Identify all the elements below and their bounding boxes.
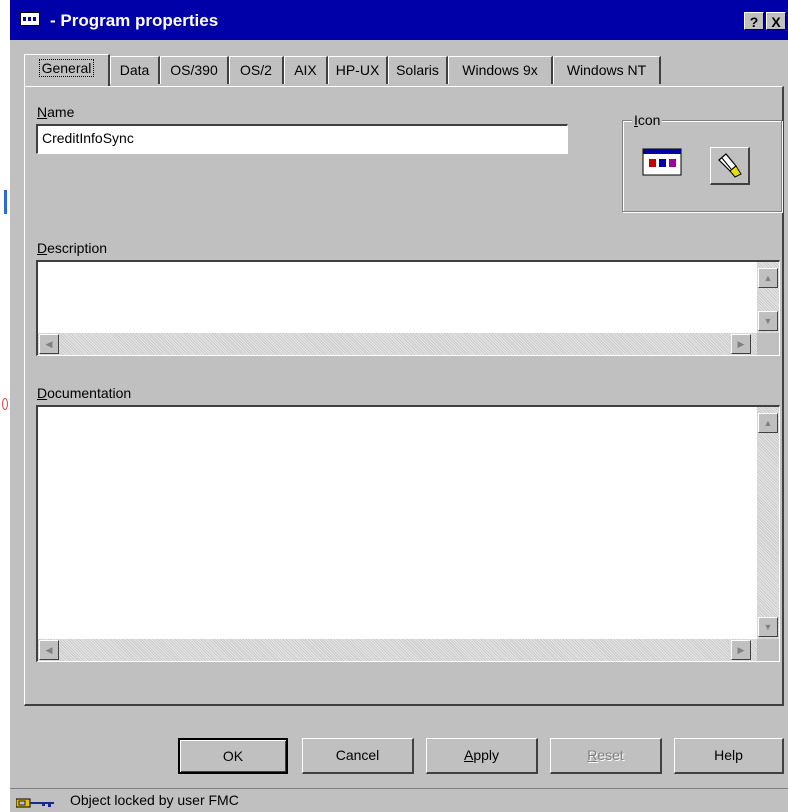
description-vertical-scrollbar[interactable]: ▲ ▼ — [757, 262, 779, 333]
tab-os2[interactable]: OS/2 — [229, 56, 284, 84]
window-icon[interactable] — [20, 12, 40, 26]
icon-group-label: Icon — [632, 112, 663, 128]
scroll-up-arrow-icon[interactable]: ▲ — [758, 413, 778, 433]
key-icon — [15, 795, 66, 808]
help-button-footer[interactable]: Help — [674, 738, 784, 774]
tab-windows-nt[interactable]: Windows NT — [553, 56, 661, 84]
scroll-right-arrow-icon[interactable]: ▶ — [731, 640, 751, 660]
title-bar[interactable]: - Program properties ? X — [10, 0, 788, 40]
flashlight-icon[interactable] — [710, 147, 750, 185]
name-label: Name — [37, 104, 75, 120]
description-label: Description — [37, 240, 108, 256]
name-input[interactable]: CreditInfoSync — [36, 124, 568, 154]
program-icon-preview — [642, 148, 682, 176]
scroll-down-arrow-icon[interactable]: ▼ — [758, 617, 778, 637]
ok-button[interactable]: OK — [178, 738, 288, 774]
apply-button[interactable]: Apply — [426, 738, 538, 774]
documentation-textarea[interactable]: ▲ ▼ ◀ ▶ — [36, 405, 780, 662]
tab-os390[interactable]: OS/390 — [160, 56, 229, 84]
scroll-up-arrow-icon[interactable]: ▲ — [758, 268, 778, 288]
scroll-left-arrow-icon[interactable]: ◀ — [39, 640, 59, 660]
ruler-marker-red — [2, 398, 8, 410]
tab-windows-9x[interactable]: Windows 9x — [448, 56, 553, 84]
scroll-left-arrow-icon[interactable]: ◀ — [39, 334, 59, 354]
scrollbar-corner — [757, 333, 779, 355]
window-title: - Program properties — [50, 11, 219, 30]
scroll-right-arrow-icon[interactable]: ▶ — [731, 334, 751, 354]
scrollbar-corner — [757, 639, 779, 661]
program-properties-dialog: - Program properties ? X General Data OS… — [10, 0, 788, 812]
tab-hpux[interactable]: HP-UX — [328, 56, 388, 84]
documentation-vertical-scrollbar[interactable]: ▲ ▼ — [757, 407, 779, 639]
scroll-down-arrow-icon[interactable]: ▼ — [758, 311, 778, 331]
status-text: Object locked by user FMC — [70, 792, 239, 808]
ruler-marker — [4, 190, 7, 214]
status-bar: Object locked by user FMC — [10, 788, 788, 812]
description-horizontal-scrollbar[interactable]: ◀ ▶ — [38, 333, 757, 355]
description-textarea[interactable]: ▲ ▼ ◀ ▶ — [36, 260, 780, 356]
close-button[interactable]: X — [766, 12, 786, 30]
tab-general[interactable]: General — [24, 54, 110, 86]
help-button[interactable]: ? — [744, 12, 764, 30]
documentation-horizontal-scrollbar[interactable]: ◀ ▶ — [38, 639, 757, 661]
tab-aix[interactable]: AIX — [284, 56, 328, 84]
cancel-button[interactable]: Cancel — [302, 738, 414, 774]
tab-label: General — [38, 59, 95, 77]
documentation-label: Documentation — [37, 385, 132, 401]
tab-data[interactable]: Data — [110, 56, 160, 84]
tab-solaris[interactable]: Solaris — [388, 56, 448, 84]
reset-button[interactable]: Reset — [550, 738, 662, 774]
